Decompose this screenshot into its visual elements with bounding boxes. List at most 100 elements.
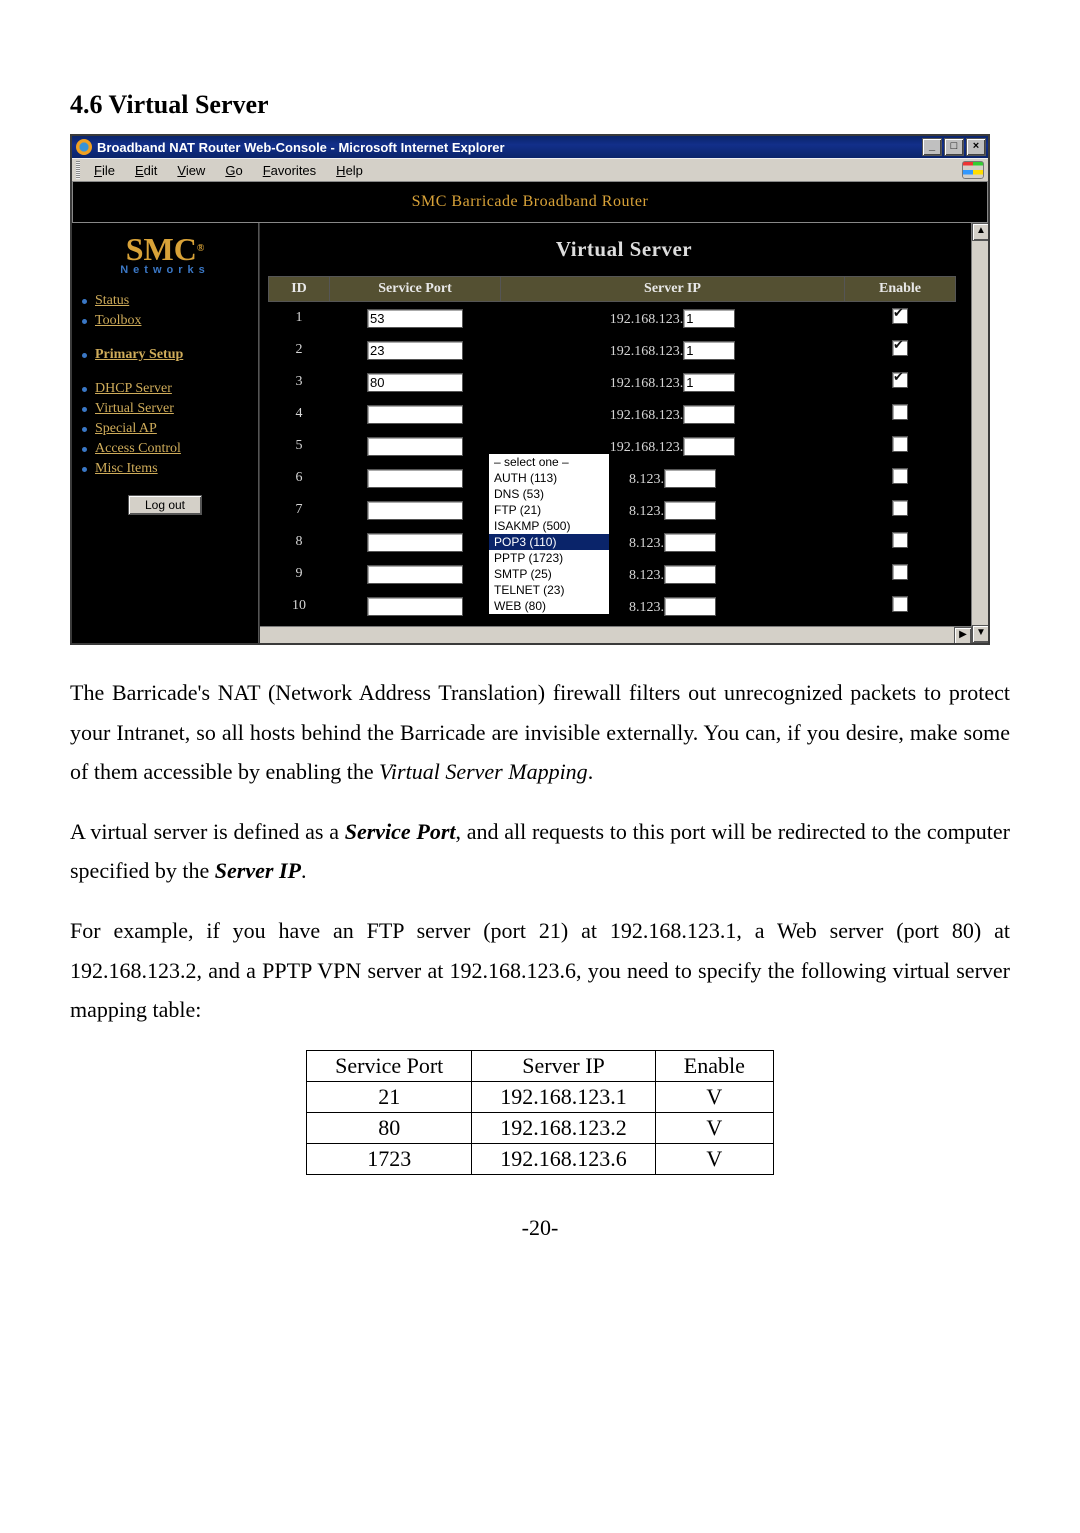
service-port-input[interactable] — [367, 373, 463, 392]
server-ip-input[interactable] — [683, 405, 735, 424]
menu-go[interactable]: Go — [215, 161, 252, 180]
sidebar-item-special-ap[interactable]: Special AP — [82, 419, 258, 439]
sidebar-item-virtual-server[interactable]: Virtual Server — [82, 399, 258, 419]
server-ip-input[interactable] — [664, 469, 716, 488]
service-option[interactable]: AUTH (113) — [489, 470, 609, 486]
p1c: . — [588, 759, 594, 784]
logout-button[interactable]: Log out — [128, 495, 202, 515]
server-ip-input[interactable] — [664, 501, 716, 520]
service-port-input[interactable] — [367, 341, 463, 360]
map-row: 21192.168.123.1V — [307, 1081, 774, 1112]
sidebar-item-access-control[interactable]: Access Control — [82, 439, 258, 459]
menu-view[interactable]: View — [167, 161, 215, 180]
enable-checkbox[interactable] — [892, 500, 908, 516]
table-row: 3192.168.123. — [269, 366, 956, 398]
sidebar: SMC® Networks Status Toolbox Primary Setu… — [72, 223, 259, 643]
map-cell: 192.168.123.6 — [472, 1143, 656, 1174]
enable-checkbox[interactable] — [892, 532, 908, 548]
table-row: 98.123. — [269, 558, 956, 590]
service-options-popup[interactable]: – select one –AUTH (113)DNS (53)FTP (21)… — [488, 453, 610, 615]
sidebar-item-misc-items[interactable]: Misc Items — [82, 459, 258, 479]
bullet-icon — [82, 447, 87, 452]
map-header: Server IP — [472, 1050, 656, 1081]
cell-id: 2 — [269, 334, 330, 366]
service-option[interactable]: DNS (53) — [489, 486, 609, 502]
window-minimize-button[interactable]: _ — [922, 138, 942, 156]
service-port-input[interactable] — [367, 597, 463, 616]
p2b: Service Port — [345, 819, 456, 844]
map-header: Enable — [655, 1050, 773, 1081]
cell-ip: 192.168.123. — [501, 334, 845, 366]
service-option[interactable]: PPTP (1723) — [489, 550, 609, 566]
menu-bar: FileEditViewGoFavoritesHelp — [72, 158, 988, 181]
service-port-input[interactable] — [367, 405, 463, 424]
menu-help[interactable]: Help — [326, 161, 373, 180]
bullet-icon — [82, 467, 87, 472]
service-port-input[interactable] — [367, 437, 463, 456]
content-heading: Virtual Server — [260, 237, 988, 262]
service-port-input[interactable] — [367, 309, 463, 328]
menu-edit[interactable]: Edit — [125, 161, 167, 180]
server-ip-input[interactable] — [664, 597, 716, 616]
service-port-input[interactable] — [367, 501, 463, 520]
sidebar-item-status[interactable]: Status — [82, 291, 258, 311]
enable-checkbox[interactable] — [892, 372, 908, 388]
map-row: 1723192.168.123.6V — [307, 1143, 774, 1174]
mapping-table: Service PortServer IPEnable 21192.168.12… — [306, 1050, 774, 1175]
service-port-input[interactable] — [367, 469, 463, 488]
enable-checkbox[interactable] — [892, 468, 908, 484]
enable-checkbox[interactable] — [892, 308, 908, 324]
server-ip-input[interactable] — [664, 565, 716, 584]
vertical-scrollbar[interactable]: ▲ ▼ — [971, 223, 988, 643]
sidebar-item-dhcp-server[interactable]: DHCP Server — [82, 379, 258, 399]
service-option[interactable]: POP3 (110) — [489, 534, 609, 550]
table-row: 1192.168.123. — [269, 302, 956, 335]
scroll-down-icon[interactable]: ▼ — [972, 625, 988, 643]
paragraph-1: The Barricade's NAT (Network Address Tra… — [70, 673, 1010, 792]
map-cell: 80 — [307, 1112, 472, 1143]
window-close-button[interactable]: × — [966, 138, 986, 156]
enable-checkbox[interactable] — [892, 436, 908, 452]
service-port-input[interactable] — [367, 533, 463, 552]
service-option[interactable]: SMTP (25) — [489, 566, 609, 582]
server-ip-input[interactable] — [683, 437, 735, 456]
col-enable: Enable — [845, 277, 956, 302]
server-ip-input[interactable] — [683, 373, 735, 392]
sidebar-link: Access Control — [95, 441, 181, 457]
cell-ip: 192.168.123. — [501, 398, 845, 430]
paragraph-3: For example, if you have an FTP server (… — [70, 911, 1010, 1030]
menu-favorites[interactable]: Favorites — [253, 161, 326, 180]
server-ip-input[interactable] — [664, 533, 716, 552]
cell-id: 10 — [269, 590, 330, 622]
enable-checkbox[interactable] — [892, 340, 908, 356]
service-option[interactable]: ISAKMP (500) — [489, 518, 609, 534]
sidebar-link: Special AP — [95, 421, 157, 437]
enable-checkbox[interactable] — [892, 564, 908, 580]
cell-id: 7 — [269, 494, 330, 526]
enable-checkbox[interactable] — [892, 596, 908, 612]
service-option[interactable]: FTP (21) — [489, 502, 609, 518]
cell-ip: 192.168.123. — [501, 366, 845, 398]
sidebar-link: DHCP Server — [95, 381, 172, 397]
server-ip-input[interactable] — [683, 341, 735, 360]
brand-logo: SMC® Networks — [72, 227, 258, 283]
window-maximize-button[interactable]: □ — [944, 138, 964, 156]
sidebar-item-primary-setup[interactable]: Primary Setup — [82, 345, 258, 365]
menu-file[interactable]: File — [84, 161, 125, 180]
service-port-input[interactable] — [367, 565, 463, 584]
server-ip-input[interactable] — [683, 309, 735, 328]
service-option[interactable]: WEB (80) — [489, 598, 609, 614]
enable-checkbox[interactable] — [892, 404, 908, 420]
scroll-right-icon[interactable]: ▶ — [954, 627, 972, 643]
scroll-up-icon[interactable]: ▲ — [972, 223, 988, 241]
horizontal-scrollbar[interactable]: ▶ — [260, 626, 972, 643]
sidebar-link: Toolbox — [95, 313, 141, 329]
browser-window: Broadband NAT Router Web-Console - Micro… — [70, 134, 990, 645]
service-option[interactable]: – select one – — [489, 454, 609, 470]
cell-id: 4 — [269, 398, 330, 430]
service-option[interactable]: TELNET (23) — [489, 582, 609, 598]
sidebar-link: Misc Items — [95, 461, 158, 477]
section-title: 4.6 Virtual Server — [70, 90, 1010, 120]
sidebar-item-toolbox[interactable]: Toolbox — [82, 311, 258, 331]
table-row: 5192.168.123. — [269, 430, 956, 462]
